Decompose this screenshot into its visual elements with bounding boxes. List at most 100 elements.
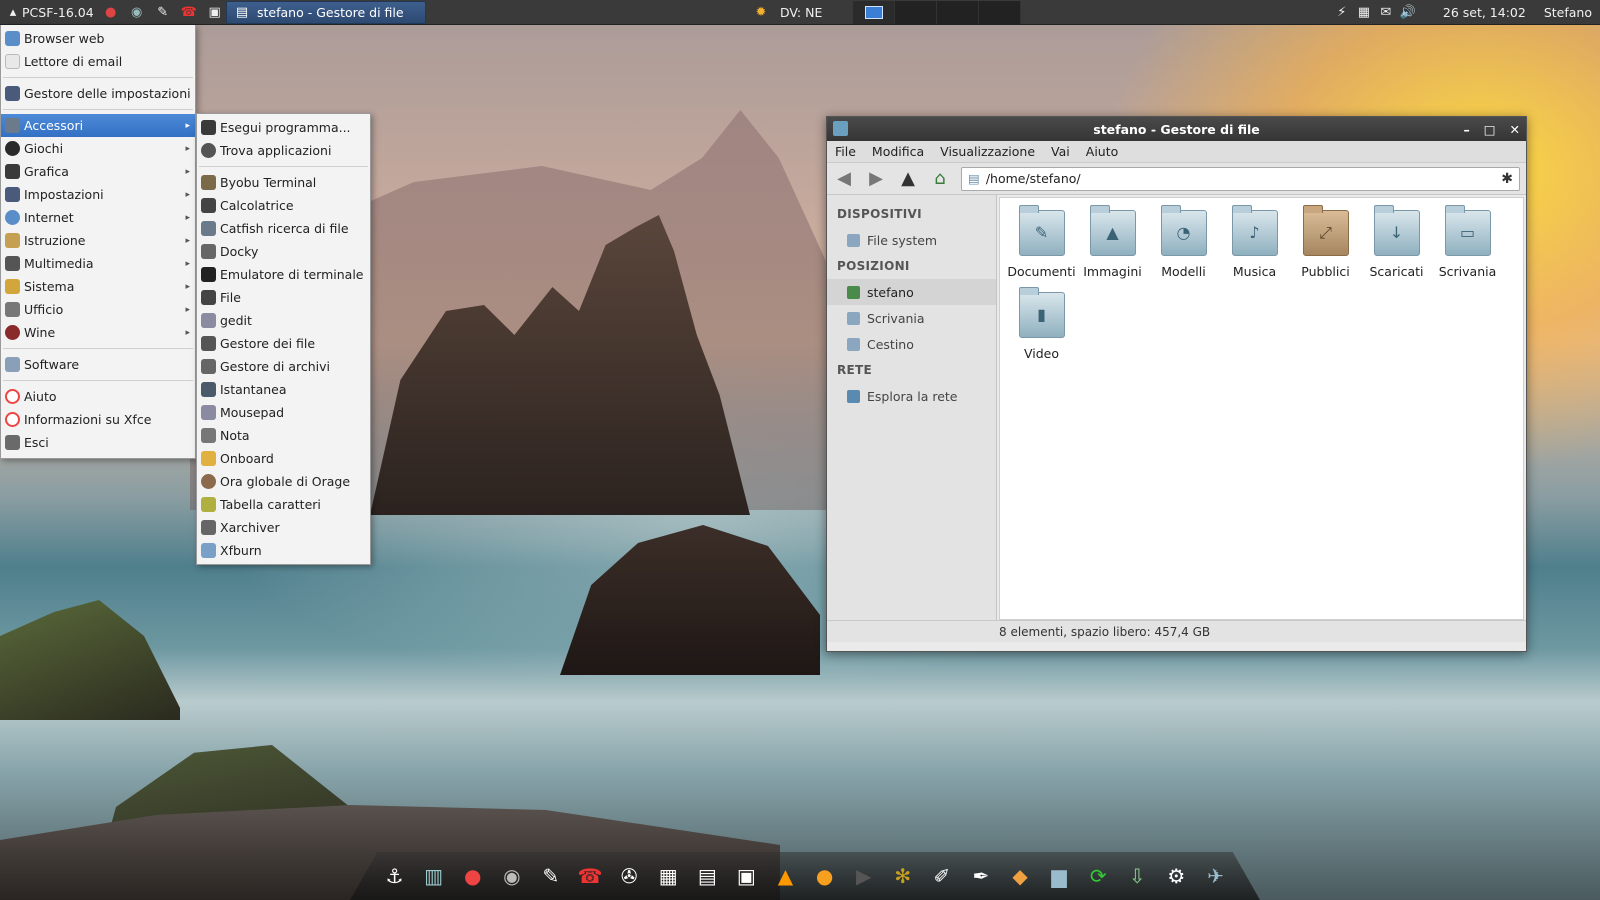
network-icon[interactable]: ✈ [1199, 859, 1232, 894]
menu-edit[interactable]: Modifica [872, 144, 924, 159]
menu-category-grafica[interactable]: Grafica ▸ [1, 160, 195, 183]
browser-icon[interactable]: ● [456, 859, 489, 894]
menu-category-istruzione[interactable]: Istruzione ▸ [1, 229, 195, 252]
clock[interactable]: 26 set, 14:02 [1443, 5, 1526, 20]
up-icon[interactable]: ▲ [897, 168, 919, 190]
menu-item-about-xfce[interactable]: Informazioni su Xfce [1, 408, 195, 431]
weather-plugin[interactable]: ✹ DV: NE [752, 0, 823, 25]
applications-menu-button[interactable]: ▴ PCSF-16.04 [0, 0, 98, 25]
install-icon[interactable]: ⇩ [1121, 859, 1154, 894]
fox-icon[interactable]: ◆ [1003, 859, 1036, 894]
folder-desktop[interactable]: ▭ Scrivania [1432, 205, 1503, 288]
menu-go[interactable]: Vai [1051, 144, 1070, 159]
sidebar-item-home[interactable]: stefano [827, 279, 996, 305]
sidebar-item-trash[interactable]: Cestino [827, 331, 996, 357]
close-icon[interactable]: ✕ [1510, 122, 1520, 137]
menu-item-app[interactable]: Byobu Terminal [197, 171, 370, 194]
sync-icon[interactable]: ⟳ [1082, 859, 1115, 894]
user-name[interactable]: Stefano [1544, 5, 1592, 20]
home-icon[interactable]: ⌂ [929, 168, 951, 190]
compass-icon[interactable]: ✇ [613, 859, 646, 894]
taskbar-window-button[interactable]: ▤ stefano - Gestore di file [226, 1, 426, 24]
menu-category-multimedia[interactable]: Multimedia ▸ [1, 252, 195, 275]
network-icon[interactable]: ▦ [1355, 4, 1373, 22]
folder-videos[interactable]: ▮ Video [1006, 287, 1077, 370]
folder-public[interactable]: ⤢ Pubblici [1290, 205, 1361, 288]
menu-item-app[interactable]: Gestore di archivi [197, 355, 370, 378]
graphics-icon[interactable]: ✐ [925, 859, 958, 894]
sidebar-item-filesystem[interactable]: File system [827, 227, 996, 253]
gear-bug-icon[interactable]: ✻ [886, 859, 919, 894]
menu-help[interactable]: Aiuto [1086, 144, 1119, 159]
fruit-icon[interactable]: ● [808, 859, 841, 894]
menu-category-ufficio[interactable]: Ufficio ▸ [1, 298, 195, 321]
menu-item-app[interactable]: Gestore dei file [197, 332, 370, 355]
menu-item-app[interactable]: Emulatore di terminale [197, 263, 370, 286]
menu-category-impostazioni[interactable]: Impostazioni ▸ [1, 183, 195, 206]
menu-item-app[interactable]: Onboard [197, 447, 370, 470]
disc-icon[interactable]: ◉ [495, 859, 528, 894]
menu-category-wine[interactable]: Wine ▸ [1, 321, 195, 344]
menu-category-internet[interactable]: Internet ▸ [1, 206, 195, 229]
settings-icon[interactable]: ⚙ [1160, 859, 1193, 894]
volume-icon[interactable]: 🔊 [1399, 4, 1417, 22]
maximize-icon[interactable]: □ [1484, 122, 1496, 137]
menu-view[interactable]: Visualizzazione [940, 144, 1035, 159]
menu-category-accessori[interactable]: Accessori ▸ [1, 114, 195, 137]
archive-icon[interactable]: ▦ [652, 859, 685, 894]
folder-music[interactable]: ♪ Musica [1219, 205, 1290, 288]
folder-documents[interactable]: ✎ Documenti [1006, 205, 1077, 288]
minimize-icon[interactable]: – [1463, 122, 1469, 137]
menu-category-giochi[interactable]: Giochi ▸ [1, 137, 195, 160]
drive-icon[interactable]: ▆ [1043, 859, 1076, 894]
back-icon[interactable]: ◀ [833, 168, 855, 190]
menu-item-browser[interactable]: Browser web [1, 27, 195, 50]
folder-downloads[interactable]: ↓ Scaricati [1361, 205, 1432, 288]
menu-item-app[interactable]: Tabella caratteri [197, 493, 370, 516]
scanner-icon[interactable]: ▤ [691, 859, 724, 894]
menu-item-app[interactable]: Ora globale di Orage [197, 470, 370, 493]
menu-item-email[interactable]: Lettore di email [1, 50, 195, 73]
window-titlebar[interactable]: stefano - Gestore di file – □ ✕ [827, 117, 1526, 141]
launcher-icon[interactable]: ✎ [150, 0, 176, 25]
play-icon[interactable]: ▶ [847, 859, 880, 894]
workspace-2[interactable] [895, 1, 937, 24]
menu-item-help[interactable]: Aiuto [1, 385, 195, 408]
clear-icon[interactable]: ✱ [1501, 171, 1513, 187]
sidebar-item-network[interactable]: Esplora la rete [827, 383, 996, 409]
sidebar-item-desktop[interactable]: Scrivania [827, 305, 996, 331]
anchor-icon[interactable]: ⚓ [378, 859, 411, 894]
workspace-1[interactable] [853, 1, 895, 24]
menu-item-app[interactable]: Catfish ricerca di file [197, 217, 370, 240]
menu-item-app[interactable]: Calcolatrice [197, 194, 370, 217]
folder-pictures[interactable]: ▲ Immagini [1077, 205, 1148, 288]
menu-item-settings-manager[interactable]: Gestore delle impostazioni [1, 82, 195, 105]
menu-item-find-apps[interactable]: Trova applicazioni [197, 139, 370, 162]
tools-icon[interactable]: ✎ [534, 859, 567, 894]
menu-item-app[interactable]: Docky [197, 240, 370, 263]
menu-category-sistema[interactable]: Sistema ▸ [1, 275, 195, 298]
location-bar[interactable]: ▤ /home/stefano/ ✱ [961, 166, 1520, 191]
folder-templates[interactable]: ◔ Modelli [1148, 205, 1219, 288]
media-player-icon[interactable]: ▲ [769, 859, 802, 894]
menu-file[interactable]: File [835, 144, 856, 159]
forward-icon[interactable]: ▶ [865, 168, 887, 190]
menu-item-app[interactable]: Istantanea [197, 378, 370, 401]
trash-icon[interactable]: ▥ [417, 859, 450, 894]
menu-item-app[interactable]: Mousepad [197, 401, 370, 424]
menu-item-logout[interactable]: Esci [1, 431, 195, 454]
menu-item-app[interactable]: Nota [197, 424, 370, 447]
launcher-icon[interactable]: ● [98, 0, 124, 25]
mail-icon[interactable]: ✉ [1377, 4, 1395, 22]
menu-item-app[interactable]: Xarchiver [197, 516, 370, 539]
launcher-icon[interactable]: ▣ [202, 0, 228, 25]
power-icon[interactable]: ⚡ [1333, 4, 1351, 22]
phone-icon[interactable]: ☎ [573, 859, 606, 894]
terminal-icon[interactable]: ▣ [730, 859, 763, 894]
menu-item-software[interactable]: Software [1, 353, 195, 376]
launcher-icon[interactable]: ◉ [124, 0, 150, 25]
launcher-icon[interactable]: ☎ [176, 0, 202, 25]
menu-item-app[interactable]: File [197, 286, 370, 309]
pen-icon[interactable]: ✒ [964, 859, 997, 894]
menu-item-app[interactable]: Xfburn [197, 539, 370, 562]
